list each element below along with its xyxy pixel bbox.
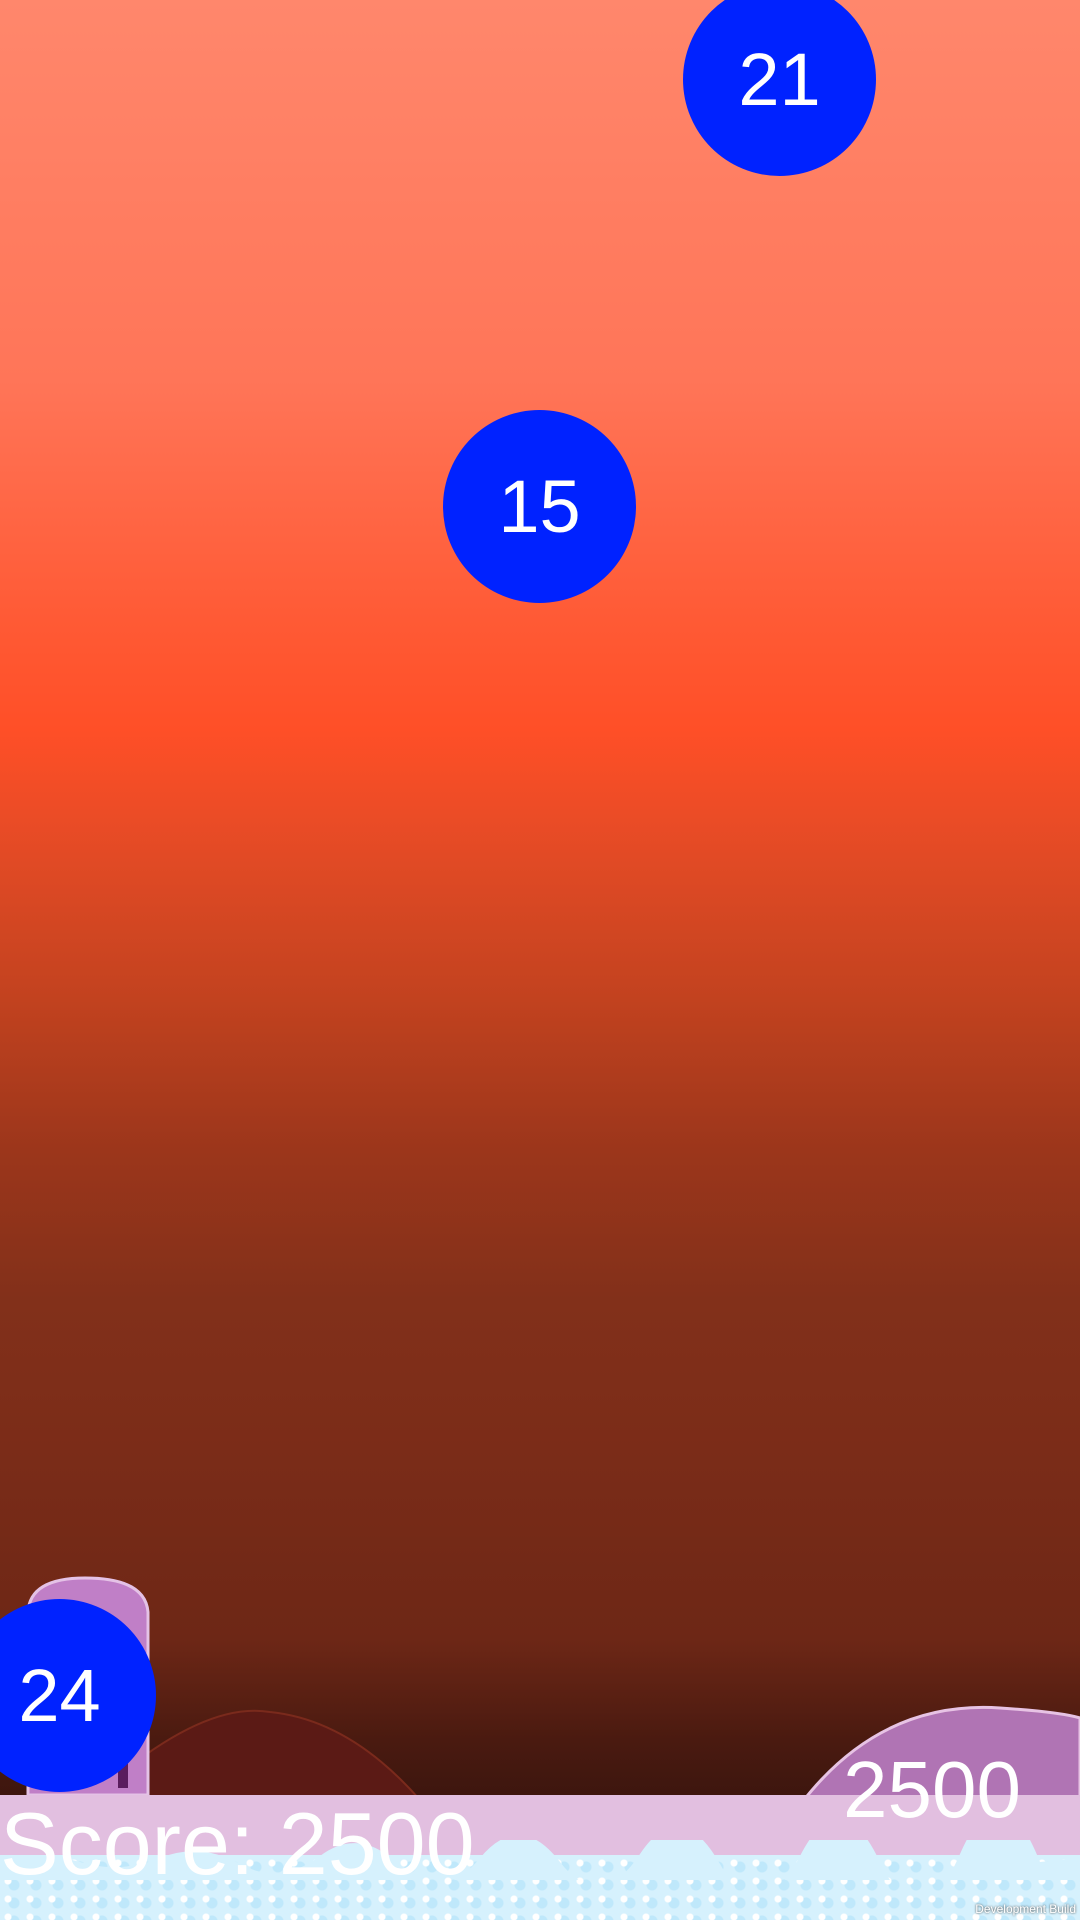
score-label: Score: 2500 xyxy=(0,1794,475,1893)
scenery xyxy=(26,1576,1080,1807)
development-build-label: Development Build xyxy=(975,1902,1076,1916)
number-bubble[interactable]: 15 xyxy=(443,410,636,603)
game-stage[interactable]: 21 15 24 2500 Score: 2500 Development Bu… xyxy=(0,0,1080,1920)
points-popup: 2500 xyxy=(843,1745,1021,1834)
